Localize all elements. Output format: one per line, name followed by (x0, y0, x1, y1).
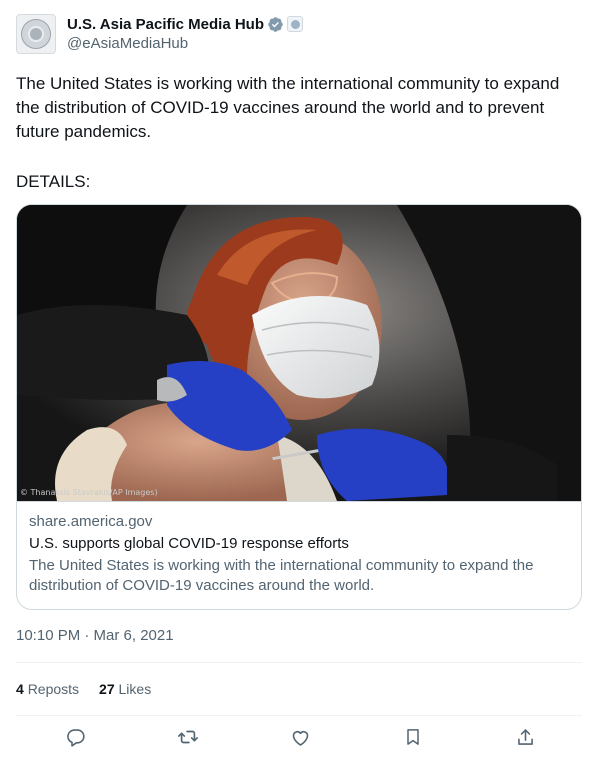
action-bar (16, 726, 582, 754)
card-info[interactable]: share.america.gov U.S. supports global C… (17, 501, 581, 596)
reply-icon[interactable] (64, 726, 86, 748)
card-title: U.S. supports global COVID-19 response e… (29, 535, 349, 552)
card-description: The United States is working with the in… (29, 557, 534, 594)
verified-badge-icon[interactable] (267, 16, 284, 33)
likes-count: 27 (99, 681, 115, 697)
like-icon[interactable] (289, 726, 311, 748)
divider (16, 715, 582, 716)
card-image[interactable]: © Thanassis Stavrakis/AP Images) (17, 205, 581, 501)
avatar[interactable] (16, 14, 56, 54)
likes-stat[interactable]: 27 Likes (99, 679, 151, 699)
reposts-stat[interactable]: 4 Reposts (16, 679, 79, 699)
display-name[interactable]: U.S. Asia Pacific Media Hub (67, 16, 264, 33)
link-card[interactable]: © Thanassis Stavrakis/AP Images) share.a… (16, 204, 582, 610)
tweet-text: The United States is working with the in… (16, 74, 560, 141)
card-domain: share.america.gov (29, 513, 153, 530)
seal-icon (21, 19, 51, 49)
reposts-count: 4 (16, 681, 24, 697)
share-icon[interactable] (514, 726, 536, 748)
tweet-header: U.S. Asia Pacific Media Hub @eAsiaMediaH… (16, 12, 303, 56)
likes-label: Likes (118, 681, 152, 697)
name-row: U.S. Asia Pacific Media Hub (67, 14, 303, 34)
affiliate-seal-icon[interactable] (287, 16, 303, 32)
divider (16, 662, 582, 663)
tweet-details-label: DETAILS: (16, 172, 91, 191)
reposts-label: Reposts (27, 681, 80, 697)
photo-credit: © Thanassis Stavrakis/AP Images) (20, 488, 158, 497)
handle[interactable]: @eAsiaMediaHub (67, 34, 303, 54)
timestamp[interactable]: 10:10 PM · Mar 6, 2021 (16, 626, 174, 646)
author-names: U.S. Asia Pacific Media Hub @eAsiaMediaH… (67, 14, 303, 54)
engagement-stats: 4 Reposts 27 Likes (16, 679, 171, 699)
bookmark-icon[interactable] (402, 726, 424, 748)
repost-icon[interactable] (177, 726, 199, 748)
